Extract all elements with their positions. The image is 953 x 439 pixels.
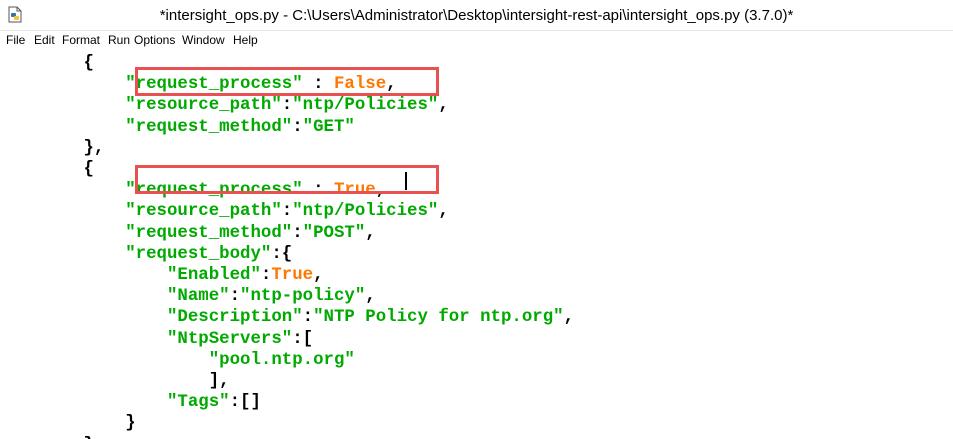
code-token: },	[0, 138, 105, 158]
code-line: },	[0, 435, 104, 439]
string-token: "ntp/Policies"	[292, 202, 439, 222]
code-line: "request_process" : False,	[0, 74, 397, 95]
code-line: "Name":"ntp-policy",	[0, 286, 376, 307]
code-token: :[]	[229, 393, 261, 413]
menu-options[interactable]: Options	[134, 33, 175, 47]
code-token: {	[0, 160, 94, 179]
code-token: }	[0, 414, 136, 434]
code-token: :	[281, 96, 293, 116]
code-token: ,	[375, 181, 387, 201]
string-token: "pool.ntp.org"	[208, 350, 355, 370]
code-token: :	[302, 181, 334, 201]
code-token: ,	[386, 75, 397, 95]
string-token: "request_method"	[125, 223, 293, 243]
code-line: "Description":"NTP Policy for ntp.org",	[0, 307, 574, 328]
menu-run[interactable]: Run	[108, 33, 130, 47]
code-line: "request_method":"POST",	[0, 223, 376, 244]
menu-edit[interactable]: Edit	[34, 33, 55, 47]
code-line: "resource_path":"ntp/Policies",	[0, 95, 449, 116]
code-token: {	[0, 54, 94, 73]
code-token: ,	[563, 308, 574, 328]
string-token: "request_process"	[125, 75, 303, 95]
string-token: "request_process"	[125, 181, 303, 201]
code-line: "Tags":[]	[0, 392, 261, 413]
string-token: "NtpServers"	[166, 329, 293, 349]
code-token: :[	[292, 329, 314, 349]
code-token: :	[302, 75, 334, 95]
code-line: ],	[0, 371, 230, 392]
code-line: "request_process" : True,	[0, 180, 386, 201]
code-token: :	[229, 287, 241, 307]
string-token: "Enabled"	[166, 266, 261, 285]
title-bar[interactable]: *intersight_ops.py - C:\Users\Administra…	[0, 0, 953, 31]
code-token: ,	[438, 96, 449, 116]
string-token: "Tags"	[166, 393, 230, 413]
code-token: :	[292, 223, 303, 243]
code-token: :	[260, 266, 272, 285]
code-token: ],	[0, 372, 230, 391]
code-line: "request_body":{	[0, 244, 292, 265]
code-line: "Enabled":True,	[0, 265, 324, 286]
string-token: "GET"	[302, 117, 355, 137]
menu-bar: File Edit Format Run Options Window Help	[0, 31, 953, 49]
code-line: "pool.ntp.org"	[0, 350, 355, 371]
string-token: "NTP Policy for ntp.org"	[313, 308, 564, 328]
window-title: *intersight_ops.py - C:\Users\Administra…	[159, 7, 794, 24]
menu-help[interactable]: Help	[233, 33, 258, 47]
code-line: },	[0, 138, 104, 159]
keyword-token: False	[333, 75, 387, 95]
string-token: "ntp-policy"	[240, 287, 366, 307]
code-line: "NtpServers":[	[0, 329, 313, 350]
code-token: :	[292, 117, 303, 137]
code-line: {	[0, 53, 94, 74]
code-line: "resource_path":"ntp/Policies",	[0, 201, 449, 222]
string-token: "resource_path"	[125, 202, 282, 222]
code-line: "request_method":"GET"	[0, 117, 355, 138]
code-line: {	[0, 159, 94, 180]
code-token: ,	[438, 202, 449, 222]
string-token: "Description"	[166, 308, 303, 328]
menu-window[interactable]: Window	[182, 33, 225, 47]
code-token: :	[281, 202, 293, 222]
string-token: "Name"	[166, 287, 230, 307]
code-token: },	[0, 436, 104, 439]
keyword-token: True	[333, 181, 376, 201]
string-token: "request_body"	[125, 244, 272, 264]
code-line: }	[0, 413, 136, 434]
string-token: "resource_path"	[125, 96, 282, 116]
string-token: "request_method"	[125, 117, 293, 137]
code-token: :	[302, 308, 314, 328]
menu-format[interactable]: Format	[62, 33, 100, 47]
text-cursor	[405, 172, 407, 190]
code-editor[interactable]: }, } "Tags":[] ], "pool.ntp.org" "NtpSer…	[0, 49, 953, 439]
code-token: ,	[365, 287, 376, 307]
string-token: "POST"	[302, 223, 366, 243]
code-token: ,	[313, 266, 324, 285]
code-token: ,	[365, 223, 376, 243]
menu-file[interactable]: File	[6, 33, 25, 47]
string-token: "ntp/Policies"	[292, 96, 439, 116]
keyword-token: True	[271, 266, 314, 285]
code-token: :{	[271, 244, 293, 264]
